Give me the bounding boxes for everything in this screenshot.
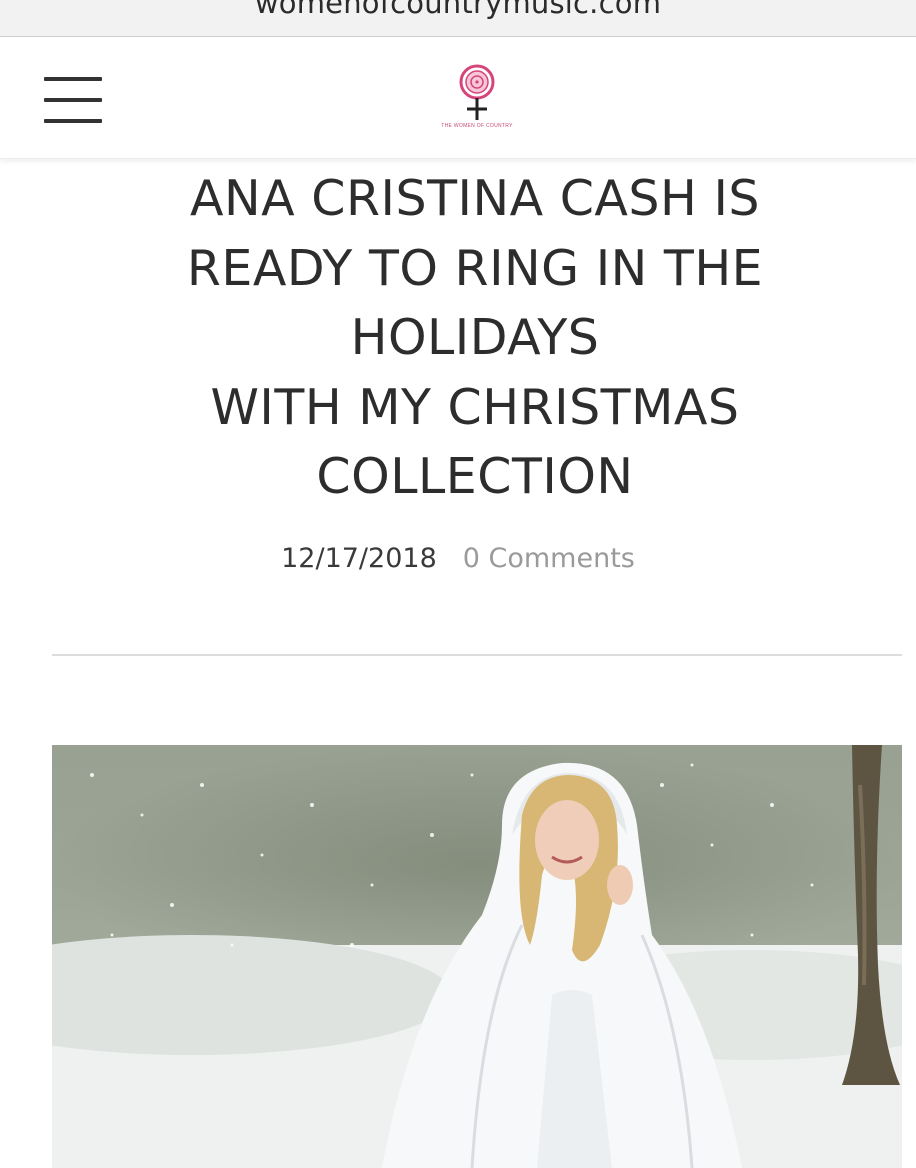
comments-link[interactable]: 0 Comments <box>463 543 635 574</box>
logo-text: THE WOMEN OF COUNTRY <box>441 123 513 129</box>
women-of-country-logo-icon <box>459 64 495 120</box>
hamburger-menu-icon[interactable] <box>44 77 102 125</box>
snow-scene-image <box>52 745 902 1168</box>
article-title: ANA CRISTINA CASH IS READY TO RING IN TH… <box>186 170 764 505</box>
site-logo[interactable]: THE WOMEN OF COUNTRY <box>432 62 522 154</box>
article-meta: 12/17/2018 0 Comments <box>0 543 916 574</box>
divider <box>52 654 902 656</box>
browser-address-bar[interactable]: womenofcountrymusic.com <box>0 0 916 37</box>
article-date: 12/17/2018 <box>281 543 437 574</box>
article-photo <box>52 745 902 1168</box>
url-text: womenofcountrymusic.com <box>254 0 662 20</box>
site-header: THE WOMEN OF COUNTRY <box>0 37 916 159</box>
